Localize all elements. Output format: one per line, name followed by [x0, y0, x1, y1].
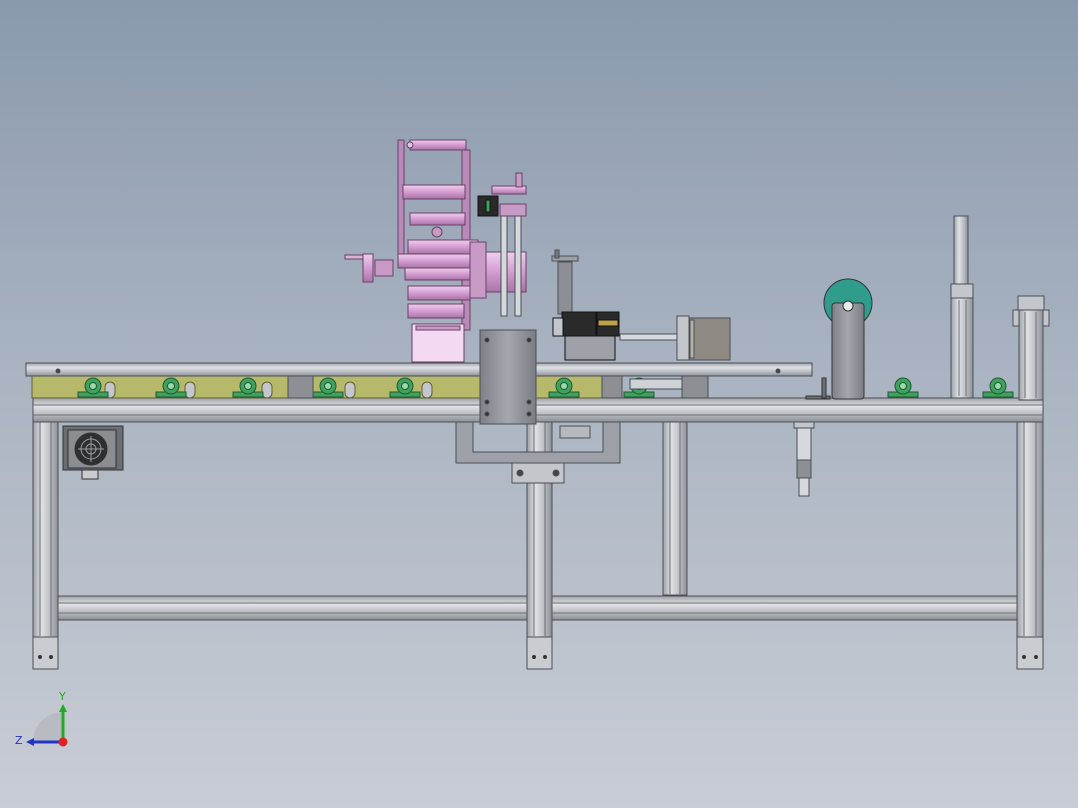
label-roll	[805, 278, 873, 400]
labeling-head	[344, 139, 527, 363]
cad-viewport[interactable]: Y Z	[0, 0, 1078, 808]
fan-motor	[62, 425, 124, 480]
stepper-motor-top	[477, 195, 499, 217]
y-arrow-head	[59, 704, 67, 712]
center-plate	[479, 329, 537, 425]
y-axis-label: Y	[58, 690, 66, 703]
side-bracket	[1012, 295, 1050, 401]
spindle-post	[551, 249, 579, 315]
cylinder-post	[950, 215, 974, 399]
machine-assembly[interactable]	[0, 0, 1078, 808]
hanging-cylinder	[793, 421, 815, 497]
x-axis-dot	[58, 737, 68, 747]
triad-arc	[33, 712, 63, 742]
axis-triad: Y Z	[0, 680, 90, 760]
z-axis-label: Z	[15, 734, 23, 747]
stepper-motor-mid	[552, 311, 620, 361]
cylinder-rod	[619, 315, 731, 361]
conveyor-rail	[25, 362, 813, 377]
z-arrow-head	[26, 738, 34, 746]
main-top-beam	[32, 397, 1044, 423]
